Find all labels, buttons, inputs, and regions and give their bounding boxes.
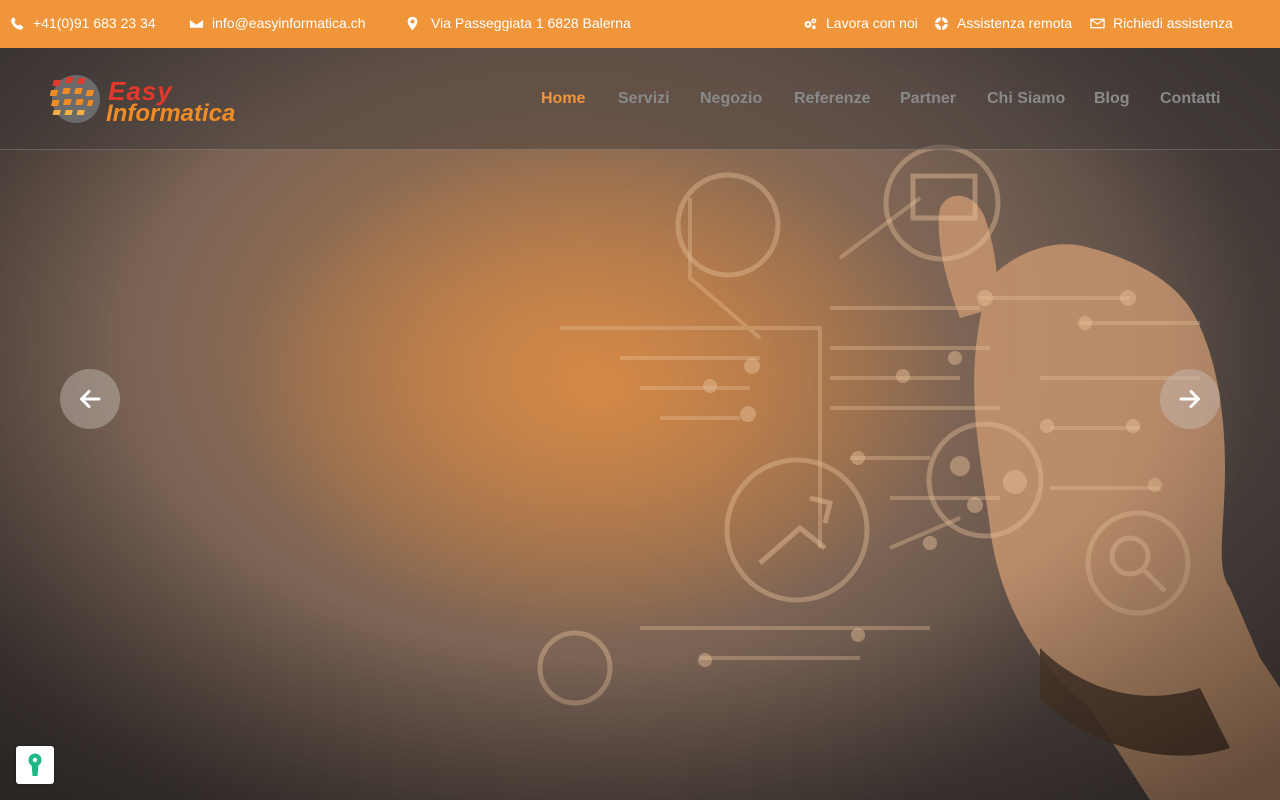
nav-item-contatti[interactable]: Contatti — [1160, 90, 1220, 108]
nav-item-servizi[interactable]: Servizi — [618, 90, 670, 108]
top-info-bar: +41(0)91 683 23 34 info@easyinformatica.… — [0, 0, 1280, 48]
gears-icon — [804, 18, 817, 29]
phone-number: +41(0)91 683 23 34 — [33, 15, 156, 31]
arrow-left-icon — [80, 390, 101, 408]
slider-next-button[interactable] — [1160, 369, 1220, 429]
globe-logo-icon — [50, 75, 100, 123]
remote-support-label: Assistenza remota — [957, 15, 1073, 31]
map-pin-icon — [407, 16, 418, 30]
nav-item-home[interactable]: Home — [541, 90, 585, 108]
mail-outline-icon — [1090, 18, 1105, 28]
nav-item-chi-siamo[interactable]: Chi Siamo — [987, 90, 1065, 108]
nav-item-negozio[interactable]: Negozio — [700, 90, 762, 108]
address-link[interactable]: Via Passeggiata 1 6828 Balerna — [405, 0, 631, 46]
lifebuoy-icon — [934, 16, 949, 30]
hero-background-image — [0, 48, 1280, 800]
privacy-settings-button[interactable] — [16, 746, 54, 784]
brand-name-line2: Informatica — [106, 100, 236, 127]
nav-item-partner[interactable]: Partner — [900, 90, 956, 108]
nav-item-referenze[interactable]: Referenze — [794, 90, 870, 108]
keyhole-icon — [28, 753, 42, 776]
work-with-us-link[interactable]: Lavora con noi — [803, 0, 918, 46]
work-with-us-label: Lavora con noi — [826, 15, 918, 31]
brand-logo[interactable]: Easy Informatica — [50, 72, 265, 128]
email-link[interactable]: info@easyinformatica.ch — [189, 0, 366, 46]
envelope-icon — [189, 18, 204, 28]
request-support-label: Richiedi assistenza — [1113, 15, 1233, 31]
arrow-right-icon — [1179, 390, 1200, 408]
address-text: Via Passeggiata 1 6828 Balerna — [431, 15, 631, 31]
request-support-link[interactable]: Richiedi assistenza — [1090, 0, 1233, 46]
slider-prev-button[interactable] — [60, 369, 120, 429]
phone-link[interactable]: +41(0)91 683 23 34 — [10, 0, 156, 46]
nav-item-blog[interactable]: Blog — [1094, 90, 1130, 108]
hero-slider — [0, 48, 1280, 800]
remote-support-link[interactable]: Assistenza remota — [934, 0, 1072, 46]
email-address: info@easyinformatica.ch — [212, 15, 366, 31]
phone-icon — [11, 16, 24, 30]
